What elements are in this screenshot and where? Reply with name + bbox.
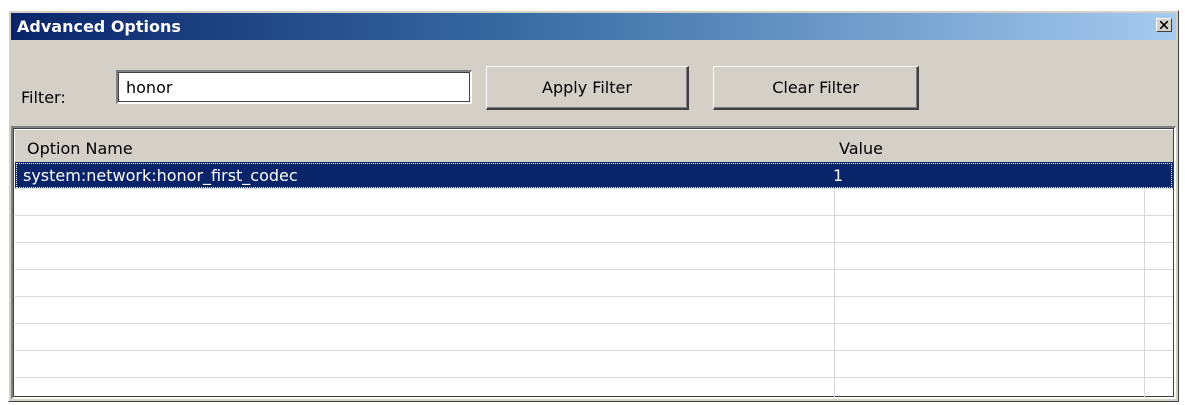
option-name-cell: system:network:honor_first_codec [23,166,298,185]
close-icon [1160,21,1168,29]
table-row[interactable] [15,297,1173,324]
filter-label: Filter: [21,88,66,107]
title-bar[interactable]: Advanced Options [11,13,1176,40]
list-header: Option Name Value [15,130,1173,162]
table-row[interactable] [15,189,1173,216]
dialog-title: Advanced Options [17,17,181,36]
column-header-value[interactable]: Value [821,130,1131,162]
table-row[interactable] [15,324,1173,351]
filter-input[interactable] [116,70,472,104]
clear-filter-button[interactable]: Clear Filter [713,66,919,110]
advanced-options-dialog: Advanced Options Filter: Apply Filter Cl… [8,10,1179,402]
table-row[interactable] [15,270,1173,297]
apply-filter-button[interactable]: Apply Filter [486,66,689,110]
column-header-option-name[interactable]: Option Name [15,130,821,162]
table-row[interactable] [15,378,1173,398]
option-value-cell: 1 [833,166,844,185]
table-row[interactable] [15,216,1173,243]
list-rows: system:network:honor_first_codec 1 [15,162,1173,398]
close-button[interactable] [1156,18,1172,32]
table-row[interactable] [15,351,1173,378]
options-list[interactable]: Option Name Value system:network:honor_f… [11,126,1176,399]
table-row[interactable]: system:network:honor_first_codec 1 [15,162,1173,189]
table-row[interactable] [15,243,1173,270]
